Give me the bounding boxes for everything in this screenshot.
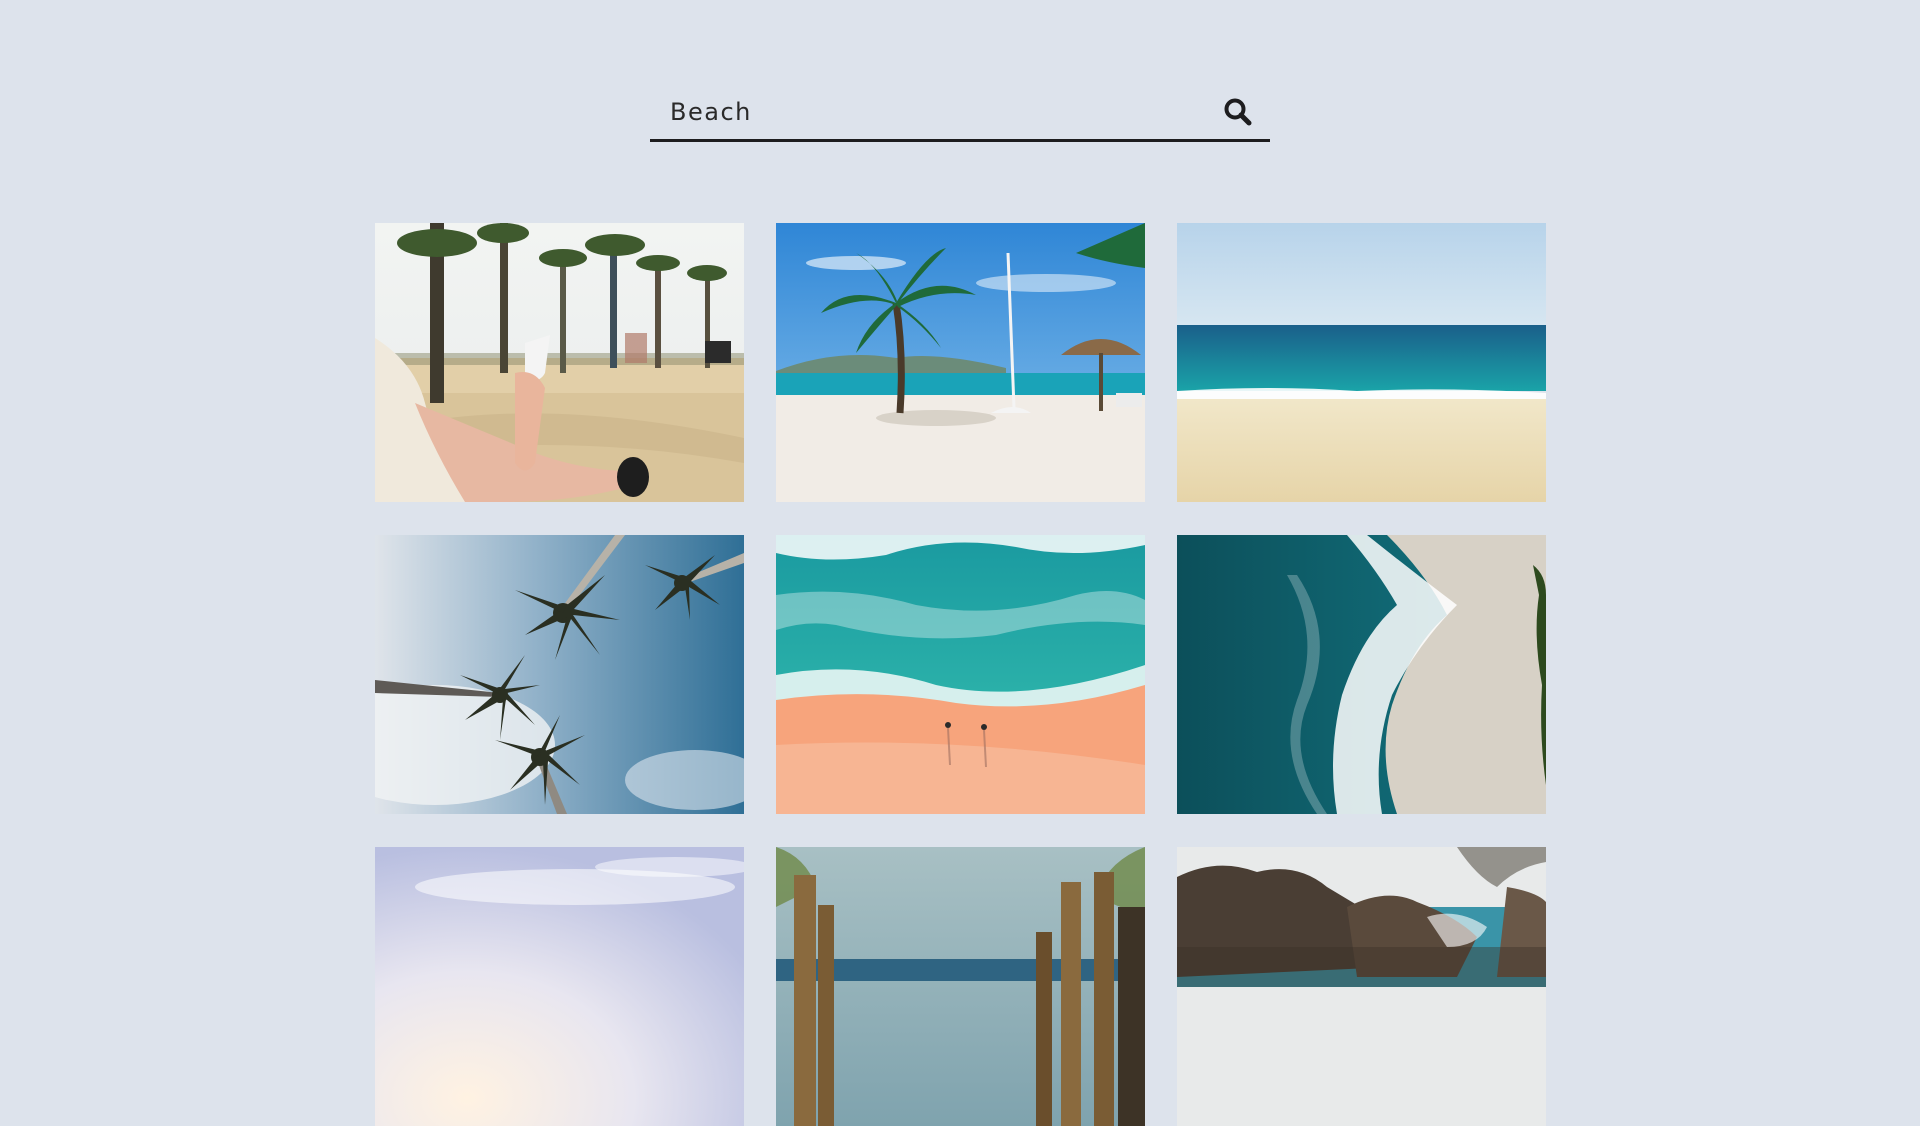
beach-photo-image [375, 223, 744, 502]
photo-wooden-posts[interactable] [776, 847, 1145, 1126]
beach-photo-image [1177, 223, 1546, 502]
photo-palms-from-below[interactable] [375, 535, 744, 814]
beach-photo-image [776, 223, 1145, 502]
beach-photo-image [375, 535, 744, 814]
beach-photo-image [1177, 847, 1546, 1126]
search-icon [1224, 98, 1252, 126]
beach-photo-image [375, 847, 744, 1126]
photo-aerial-shore[interactable] [1177, 535, 1546, 814]
beach-photo-image [776, 847, 1145, 1126]
beach-photo-image [1177, 535, 1546, 814]
search-bar [650, 86, 1270, 142]
search-input[interactable] [650, 86, 1210, 138]
photo-grid [375, 223, 1546, 1126]
photo-hazy-sky[interactable] [375, 847, 744, 1126]
photo-calm-sea[interactable] [1177, 223, 1546, 502]
photo-person-with-cup[interactable] [375, 223, 744, 502]
search-button[interactable] [1220, 94, 1256, 130]
photo-rocky-cliffs[interactable] [1177, 847, 1546, 1126]
beach-photo-image [776, 535, 1145, 814]
photo-aerial-waves[interactable] [776, 535, 1145, 814]
photo-palm-tree-beach[interactable] [776, 223, 1145, 502]
